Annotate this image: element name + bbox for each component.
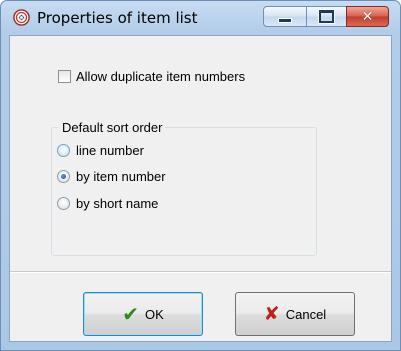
maximize-icon: [319, 10, 334, 23]
close-button[interactable]: ✕: [346, 6, 389, 27]
red-x-icon: ✘: [263, 302, 280, 325]
allow-duplicates-label: Allow duplicate item numbers: [76, 69, 246, 84]
sort-option-item-number[interactable]: by item number: [57, 169, 166, 184]
sort-radio-item-number[interactable]: [57, 170, 70, 183]
close-icon: ✕: [361, 8, 374, 25]
sort-option-line-number[interactable]: line number: [57, 143, 144, 158]
sort-order-group-title: Default sort order: [58, 120, 166, 135]
ok-button[interactable]: ✔ OK: [83, 292, 203, 336]
allow-duplicates-option[interactable]: Allow duplicate item numbers: [58, 69, 245, 84]
allow-duplicates-checkbox[interactable]: [58, 70, 71, 83]
button-bar-divider: [10, 271, 391, 273]
ok-button-label: OK: [144, 306, 164, 322]
checkmark-icon: ✔: [122, 302, 139, 326]
minimize-button[interactable]: [263, 6, 307, 27]
cancel-button-label: Cancel: [285, 306, 327, 322]
sort-option-label: by item number: [76, 169, 166, 184]
app-gear-icon: [13, 9, 30, 26]
dialog-window: Properties of item list ✕ Allow duplicat…: [0, 0, 401, 351]
sort-option-short-name[interactable]: by short name: [57, 196, 158, 211]
sort-option-label: line number: [76, 143, 144, 158]
window-title: Properties of item list: [37, 9, 198, 27]
window-controls: ✕: [263, 6, 389, 28]
sort-radio-short-name[interactable]: [57, 197, 70, 210]
cancel-button[interactable]: ✘ Cancel: [235, 292, 355, 336]
sort-radio-line-number[interactable]: [57, 144, 70, 157]
minimize-icon: [279, 19, 291, 22]
title-bar[interactable]: Properties of item list ✕: [1, 1, 400, 35]
sort-option-label: by short name: [76, 196, 159, 211]
maximize-button[interactable]: [306, 6, 347, 27]
dialog-client-area: Allow duplicate item numbers Default sor…: [9, 35, 392, 342]
